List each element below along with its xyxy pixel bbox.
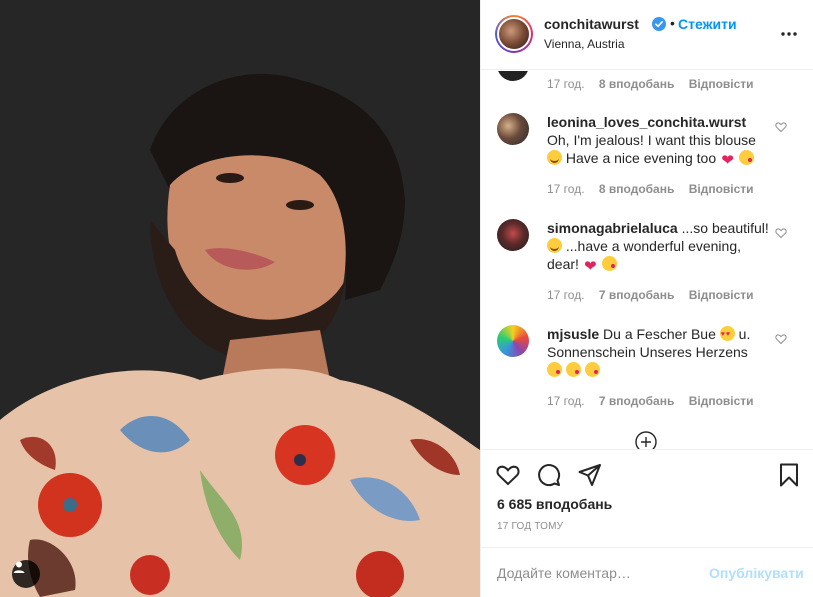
like-comment-heart-icon[interactable] <box>775 227 787 239</box>
post-header: conchitawurst • Стежити Vienna, Austria <box>481 0 813 70</box>
comment-time: 17 год. <box>547 288 585 302</box>
more-options-icon[interactable] <box>779 24 799 44</box>
comment-text: mjsusle Du a Fescher Bue u. Sonnenschein… <box>547 325 769 379</box>
heart-eyes-emoji-icon <box>719 326 735 344</box>
like-comment-heart-icon[interactable] <box>775 333 787 345</box>
comment-avatar-partial[interactable] <box>497 71 529 81</box>
smiling-emoji-icon <box>547 238 562 253</box>
comment-meta-partial: 17 год. 8 вподобань Відповісти <box>547 77 765 91</box>
plus-circle-icon[interactable] <box>635 431 657 449</box>
comment-body: ...have a wonderful evening, dear! <box>547 238 742 272</box>
comment-likes[interactable]: 8 вподобань <box>599 182 674 196</box>
header-separator: • <box>670 15 675 31</box>
comment-reply-button[interactable]: Відповісти <box>689 288 754 302</box>
kissing-emoji-icon <box>547 362 562 377</box>
bookmark-icon[interactable] <box>776 462 802 488</box>
kissing-emoji-icon <box>601 256 617 271</box>
kissing-emoji-icon <box>738 150 754 165</box>
comment-time: 17 год. <box>547 394 585 408</box>
comment-reply-button[interactable]: Відповісти <box>689 77 754 91</box>
red-heart-emoji-icon: ❤ <box>721 152 734 169</box>
publish-button[interactable]: Опублікувати <box>709 565 804 581</box>
comment-time: 17 год. <box>547 182 585 196</box>
comment-icon[interactable] <box>536 462 562 488</box>
comment-reply-button[interactable]: Відповісти <box>689 182 754 196</box>
add-comment-bar: Опублікувати <box>481 547 813 597</box>
comment-likes[interactable]: 7 вподобань <box>599 288 674 302</box>
comment-input[interactable] <box>497 562 697 584</box>
comment-time: 17 год. <box>547 77 585 91</box>
comment-body: ...so beautiful! <box>681 220 769 236</box>
comment-text: simonagabrielaluca ...so beautiful! ...h… <box>547 219 769 274</box>
comment-username[interactable]: simonagabrielaluca <box>547 220 678 236</box>
comment-username[interactable]: leonina_loves_conchita.wurst <box>547 114 746 130</box>
post-actions: 6 685 вподобань 17 ГОД ТОМУ <box>481 449 813 549</box>
user-tag-icon <box>13 561 25 573</box>
post-location[interactable]: Vienna, Austria <box>544 37 625 51</box>
post-likes-count[interactable]: 6 685 вподобань <box>497 496 612 512</box>
post-photo[interactable] <box>0 0 480 597</box>
author-username[interactable]: conchitawurst <box>544 16 639 32</box>
comments-list[interactable]: 17 год. 8 вподобань Відповісти leonina_l… <box>481 71 813 449</box>
kissing-emoji-icon <box>565 362 581 377</box>
comment-meta: 17 год. 8 вподобань Відповісти <box>547 182 765 196</box>
red-heart-emoji-icon: ❤ <box>584 258 597 275</box>
comment-meta: 17 год. 7 вподобань Відповісти <box>547 394 765 408</box>
follow-button[interactable]: Стежити <box>678 16 737 32</box>
user-tag-button[interactable] <box>12 560 40 588</box>
smiling-emoji-icon <box>547 150 562 165</box>
post-timestamp[interactable]: 17 ГОД ТОМУ <box>497 521 563 532</box>
comment-meta: 17 год. 7 вподобань Відповісти <box>547 288 765 302</box>
verified-badge-icon <box>652 17 666 31</box>
comment-body: Oh, I'm jealous! I want this blouse <box>547 132 756 148</box>
comment-body: Du a Fescher Bue <box>603 326 716 342</box>
heart-icon[interactable] <box>495 462 521 488</box>
comment-avatar[interactable] <box>497 325 529 357</box>
post-photo-illustration <box>0 0 480 597</box>
comment-avatar[interactable] <box>497 219 529 251</box>
comment-username[interactable]: mjsusle <box>547 326 599 342</box>
post-side-panel: conchitawurst • Стежити Vienna, Austria … <box>480 0 813 597</box>
like-comment-heart-icon[interactable] <box>775 121 787 133</box>
share-icon[interactable] <box>577 462 603 488</box>
comment-likes[interactable]: 7 вподобань <box>599 394 674 408</box>
comment-body: Have a nice evening too <box>565 150 717 166</box>
comment-reply-button[interactable]: Відповісти <box>689 394 754 408</box>
comment-likes[interactable]: 8 вподобань <box>599 77 674 91</box>
comment-avatar[interactable] <box>497 113 529 145</box>
comment-text: leonina_loves_conchita.wurst Oh, I'm jea… <box>547 113 769 168</box>
author-avatar[interactable] <box>495 15 533 53</box>
kissing-emoji-icon <box>584 362 600 377</box>
